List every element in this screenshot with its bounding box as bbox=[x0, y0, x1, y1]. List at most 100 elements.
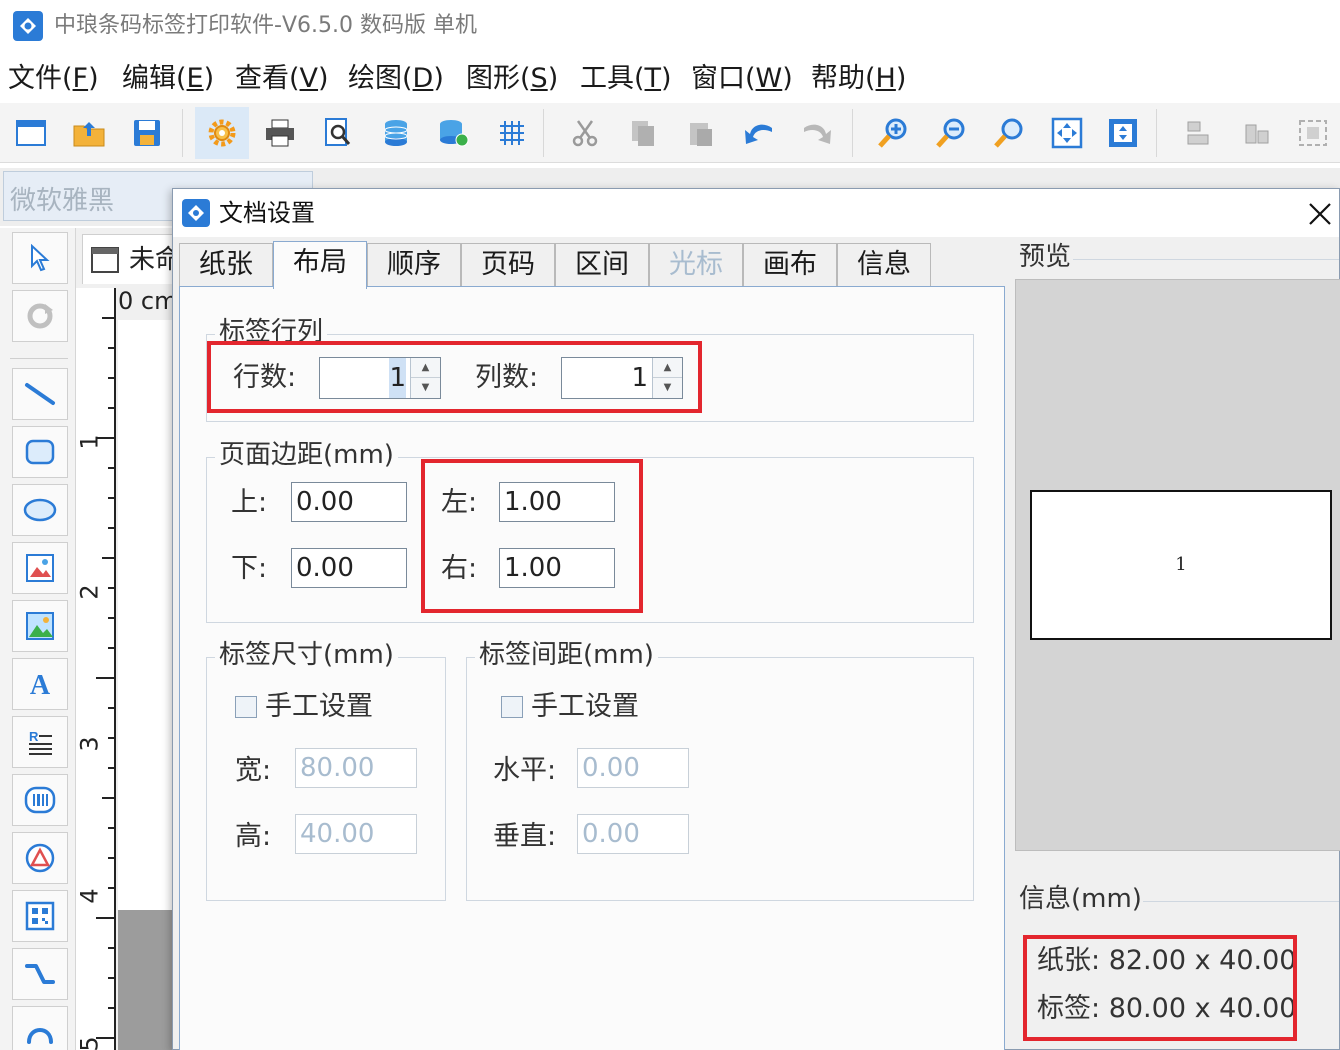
tab-order[interactable]: 顺序 bbox=[367, 243, 461, 287]
preview-divider bbox=[1073, 259, 1339, 260]
group-icon[interactable] bbox=[1286, 107, 1340, 159]
tab-canvas[interactable]: 画布 bbox=[743, 243, 837, 287]
info-highlight bbox=[1023, 935, 1297, 1041]
database-settings-icon[interactable] bbox=[427, 107, 481, 159]
menu-bar: 文件(F) 编辑(E) 查看(V) 绘图(D) 图形(S) 工具(T) 窗口(W… bbox=[0, 55, 1340, 103]
height-label: 高: bbox=[235, 821, 272, 852]
select-pointer-icon[interactable] bbox=[12, 232, 68, 284]
shape-tool-icon[interactable] bbox=[12, 832, 68, 884]
label-spacing-group: 标签间距(mm) 手工设置 水平: 0.00 垂直: 0.00 bbox=[466, 640, 974, 901]
zoom-out-icon[interactable] bbox=[924, 107, 978, 159]
dialog-app-icon bbox=[182, 199, 210, 227]
drawing-toolbox: A R bbox=[0, 228, 76, 1050]
text-tool-icon[interactable]: A bbox=[12, 658, 68, 710]
svg-text:R: R bbox=[29, 729, 39, 744]
width-field: 80.00 bbox=[295, 748, 417, 788]
copy-icon[interactable] bbox=[616, 107, 670, 159]
document-icon bbox=[91, 247, 119, 273]
rectangle-tool-icon[interactable] bbox=[12, 426, 68, 478]
tab-paper[interactable]: 纸张 bbox=[179, 243, 273, 287]
label-spacing-manual-checkbox[interactable] bbox=[501, 696, 523, 718]
dialog-title: 文档设置 bbox=[219, 199, 315, 227]
rotate-icon[interactable] bbox=[12, 290, 68, 342]
zoom-actual-icon[interactable] bbox=[982, 107, 1036, 159]
barcode-tool-icon[interactable] bbox=[12, 774, 68, 826]
bottom-margin-label: 下: bbox=[231, 553, 268, 584]
rich-text-tool-icon[interactable]: R bbox=[12, 716, 68, 768]
dialog-tabs: 纸张 布局 顺序 页码 区间 光标 画布 信息 bbox=[179, 241, 1009, 289]
info-title: 信息(mm) bbox=[1019, 884, 1142, 914]
dialog-titlebar: 文档设置 bbox=[173, 189, 1339, 237]
align-left-icon[interactable] bbox=[1172, 107, 1226, 159]
qrcode-tool-icon[interactable] bbox=[12, 890, 68, 942]
tab-range[interactable]: 区间 bbox=[555, 243, 649, 287]
layout-tab-panel: 标签行列 行数: 1 ▲ ▼ 列数: 1 ▲ ▼ 页面边距(mm) 上: 0.00 … bbox=[179, 286, 1005, 1050]
polyline-tool-icon[interactable] bbox=[12, 948, 68, 1000]
label-size-group: 标签尺寸(mm) 手工设置 宽: 80.00 高: 40.00 bbox=[206, 640, 446, 901]
line-tool-icon[interactable] bbox=[12, 368, 68, 420]
picture-tool-icon[interactable] bbox=[12, 600, 68, 652]
image-frame-tool-icon[interactable] bbox=[12, 542, 68, 594]
top-margin-label: 上: bbox=[231, 487, 268, 518]
undo-icon[interactable] bbox=[732, 107, 786, 159]
preview-label: 1 bbox=[1030, 490, 1332, 640]
ruler-unit-label: 0 cm bbox=[118, 287, 178, 315]
paste-icon[interactable] bbox=[674, 107, 728, 159]
align-bottom-icon[interactable] bbox=[1230, 107, 1284, 159]
menu-window[interactable]: 窗口(W) bbox=[691, 61, 793, 97]
menu-help[interactable]: 帮助(H) bbox=[811, 61, 906, 97]
document-area: 未命 1 2 3 4 5 0 cm bbox=[76, 228, 186, 1050]
horizontal-spacing-label: 水平: bbox=[493, 755, 557, 786]
open-folder-icon[interactable] bbox=[62, 107, 116, 159]
arc-tool-icon[interactable] bbox=[12, 1006, 68, 1050]
menu-view[interactable]: 查看(V) bbox=[235, 61, 329, 97]
ellipse-tool-icon[interactable] bbox=[12, 484, 68, 536]
menu-tools[interactable]: 工具(T) bbox=[580, 61, 672, 97]
bottom-margin-field[interactable]: 0.00 bbox=[291, 548, 407, 588]
document-tab[interactable]: 未命 bbox=[82, 234, 186, 284]
label-spacing-manual-label: 手工设置 bbox=[531, 691, 639, 722]
width-label: 宽: bbox=[235, 755, 272, 786]
tab-layout[interactable]: 布局 bbox=[273, 241, 367, 289]
preview-label-number: 1 bbox=[1175, 554, 1187, 575]
fit-page-icon[interactable] bbox=[1040, 107, 1094, 159]
menu-shape[interactable]: 图形(S) bbox=[466, 61, 558, 97]
height-field: 40.00 bbox=[295, 814, 417, 854]
fit-window-icon[interactable] bbox=[1096, 107, 1150, 159]
vertical-spacing-field: 0.00 bbox=[577, 814, 689, 854]
preview-title: 预览 bbox=[1019, 242, 1072, 272]
ruler-ticks bbox=[96, 317, 116, 1039]
vertical-ruler: 1 2 3 4 5 bbox=[76, 288, 116, 1050]
info-divider bbox=[1143, 901, 1339, 902]
close-icon[interactable] bbox=[1305, 199, 1335, 229]
document-settings-dialog: 文档设置 纸张 布局 顺序 页码 区间 光标 画布 信息 标签行列 行数: 1 … bbox=[172, 188, 1340, 1050]
redo-icon[interactable] bbox=[790, 107, 844, 159]
tab-info[interactable]: 信息 bbox=[837, 243, 931, 287]
menu-draw[interactable]: 绘图(D) bbox=[348, 61, 444, 97]
print-preview-icon[interactable] bbox=[311, 107, 365, 159]
rows-cols-highlight bbox=[207, 341, 702, 413]
horizontal-spacing-field: 0.00 bbox=[577, 748, 689, 788]
toolbox-separator bbox=[10, 358, 68, 359]
print-icon[interactable] bbox=[253, 107, 307, 159]
tab-page-number[interactable]: 页码 bbox=[461, 243, 555, 287]
label-size-manual-label: 手工设置 bbox=[265, 691, 373, 722]
settings-gear-icon[interactable] bbox=[195, 107, 249, 159]
ruler-mark: 5 bbox=[75, 1036, 104, 1050]
database-icon[interactable] bbox=[369, 107, 423, 159]
label-size-title: 标签尺寸(mm) bbox=[215, 640, 398, 670]
menu-file[interactable]: 文件(F) bbox=[8, 61, 99, 97]
save-icon[interactable] bbox=[120, 107, 174, 159]
label-size-manual-checkbox[interactable] bbox=[235, 696, 257, 718]
new-doc-icon[interactable] bbox=[4, 107, 58, 159]
tab-cursor: 光标 bbox=[649, 243, 743, 287]
zoom-in-icon[interactable] bbox=[866, 107, 920, 159]
main-toolbar bbox=[0, 103, 1340, 163]
grid-icon[interactable] bbox=[485, 107, 539, 159]
top-margin-field[interactable]: 0.00 bbox=[291, 482, 407, 522]
margins-title: 页面边距(mm) bbox=[215, 440, 398, 470]
ruler-mark: 2 bbox=[75, 584, 104, 600]
menu-edit[interactable]: 编辑(E) bbox=[122, 61, 214, 97]
cut-icon[interactable] bbox=[558, 107, 612, 159]
ruler-mark: 3 bbox=[75, 736, 104, 752]
